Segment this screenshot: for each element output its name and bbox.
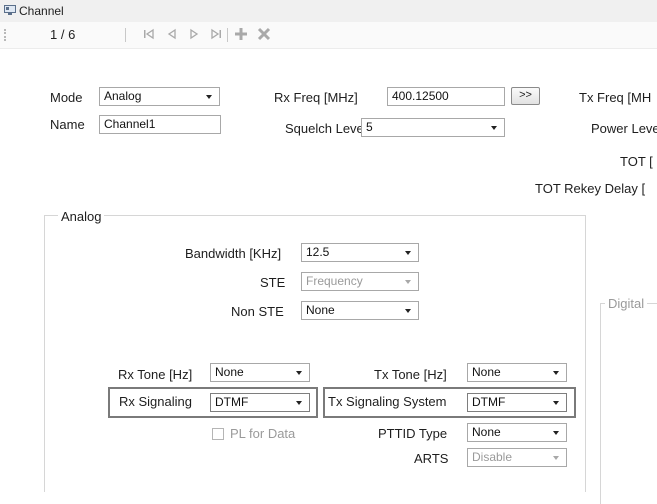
chevron-down-icon [405, 280, 411, 284]
chevron-down-icon [296, 371, 302, 375]
power-level-label: Power Leve [591, 121, 657, 136]
tx-tone-label: Tx Tone [Hz] [374, 367, 447, 382]
tx-signaling-system-value: DTMF [472, 395, 506, 409]
non-ste-label: Non STE [231, 304, 284, 319]
first-record-icon[interactable] [141, 26, 157, 42]
copy-rx-to-tx-button[interactable]: >> [511, 87, 540, 105]
non-ste-value: None [306, 303, 335, 317]
previous-record-icon[interactable] [164, 26, 180, 42]
non-ste-select[interactable]: None [301, 301, 419, 320]
ste-value: Frequency [306, 274, 363, 288]
bandwidth-select[interactable]: 12.5 [301, 243, 419, 262]
pl-for-data-label: PL for Data [230, 426, 296, 441]
tot-rekey-delay-label: TOT Rekey Delay [ [535, 181, 646, 196]
rx-freq-field[interactable]: 400.12500 [387, 87, 505, 106]
digital-group-title: Digital [605, 296, 648, 311]
delete-record-icon[interactable] [256, 26, 272, 42]
arts-select[interactable]: Disable [467, 448, 567, 467]
last-record-icon[interactable] [208, 26, 224, 42]
arts-value: Disable [472, 450, 513, 464]
chevron-down-icon [405, 251, 411, 255]
window-icon [4, 5, 16, 15]
chevron-down-icon [491, 126, 497, 130]
record-counter: 1 / 6 [50, 27, 76, 42]
mode-select[interactable]: Analog [99, 87, 220, 106]
chevron-down-icon [553, 431, 559, 435]
rx-signaling-value: DTMF [215, 395, 249, 409]
tot-label: TOT [ [620, 154, 653, 169]
bandwidth-value: 12.5 [306, 245, 330, 259]
copy-button-label: >> [519, 89, 532, 101]
rx-tone-label: Rx Tone [Hz] [118, 367, 193, 382]
pl-for-data-checkbox[interactable] [212, 428, 224, 440]
mode-value: Analog [104, 89, 142, 103]
analog-group-title: Analog [58, 209, 105, 224]
rx-signaling-select[interactable]: DTMF [210, 393, 310, 412]
squelch-level-label: Squelch Level [285, 121, 367, 136]
mode-label: Mode [50, 90, 83, 105]
arts-label: ARTS [414, 451, 449, 466]
rx-tone-select[interactable]: None [210, 363, 310, 382]
tx-freq-label: Tx Freq [MH [579, 90, 652, 105]
window-titlebar: Channel [0, 0, 657, 22]
next-record-icon[interactable] [186, 26, 202, 42]
name-label: Name [50, 117, 85, 132]
ste-select[interactable]: Frequency [301, 272, 419, 291]
tx-signaling-system-label: Tx Signaling System [328, 394, 447, 409]
toolbar-grip[interactable] [4, 29, 8, 41]
pttid-type-value: None [472, 425, 501, 439]
add-record-icon[interactable] [233, 26, 249, 42]
tx-signaling-system-select[interactable]: DTMF [467, 393, 567, 412]
digital-group [600, 303, 657, 504]
rx-tone-value: None [215, 365, 244, 379]
tx-tone-value: None [472, 365, 501, 379]
rx-freq-value: 400.12500 [392, 89, 449, 103]
pttid-type-label: PTTID Type [378, 426, 448, 441]
name-field[interactable]: Channel1 [99, 115, 221, 134]
rx-freq-label: Rx Freq [MHz] [274, 90, 358, 105]
window-title: Channel [19, 4, 64, 18]
squelch-level-value: 5 [366, 120, 373, 134]
chevron-down-icon [553, 401, 559, 405]
pttid-type-select[interactable]: None [467, 423, 567, 442]
name-value: Channel1 [104, 117, 156, 131]
chevron-down-icon [405, 309, 411, 313]
chevron-down-icon [553, 456, 559, 460]
toolbar-separator [125, 28, 126, 42]
bandwidth-label: Bandwidth [KHz] [185, 246, 282, 261]
tx-tone-select[interactable]: None [467, 363, 567, 382]
toolbar-separator [227, 28, 228, 42]
record-navigation-toolbar: 1 / 6 [0, 22, 657, 49]
ste-label: STE [260, 275, 286, 290]
squelch-level-select[interactable]: 5 [361, 118, 505, 137]
chevron-down-icon [296, 401, 302, 405]
chevron-down-icon [553, 371, 559, 375]
rx-signaling-label: Rx Signaling [119, 394, 192, 409]
chevron-down-icon [206, 95, 212, 99]
